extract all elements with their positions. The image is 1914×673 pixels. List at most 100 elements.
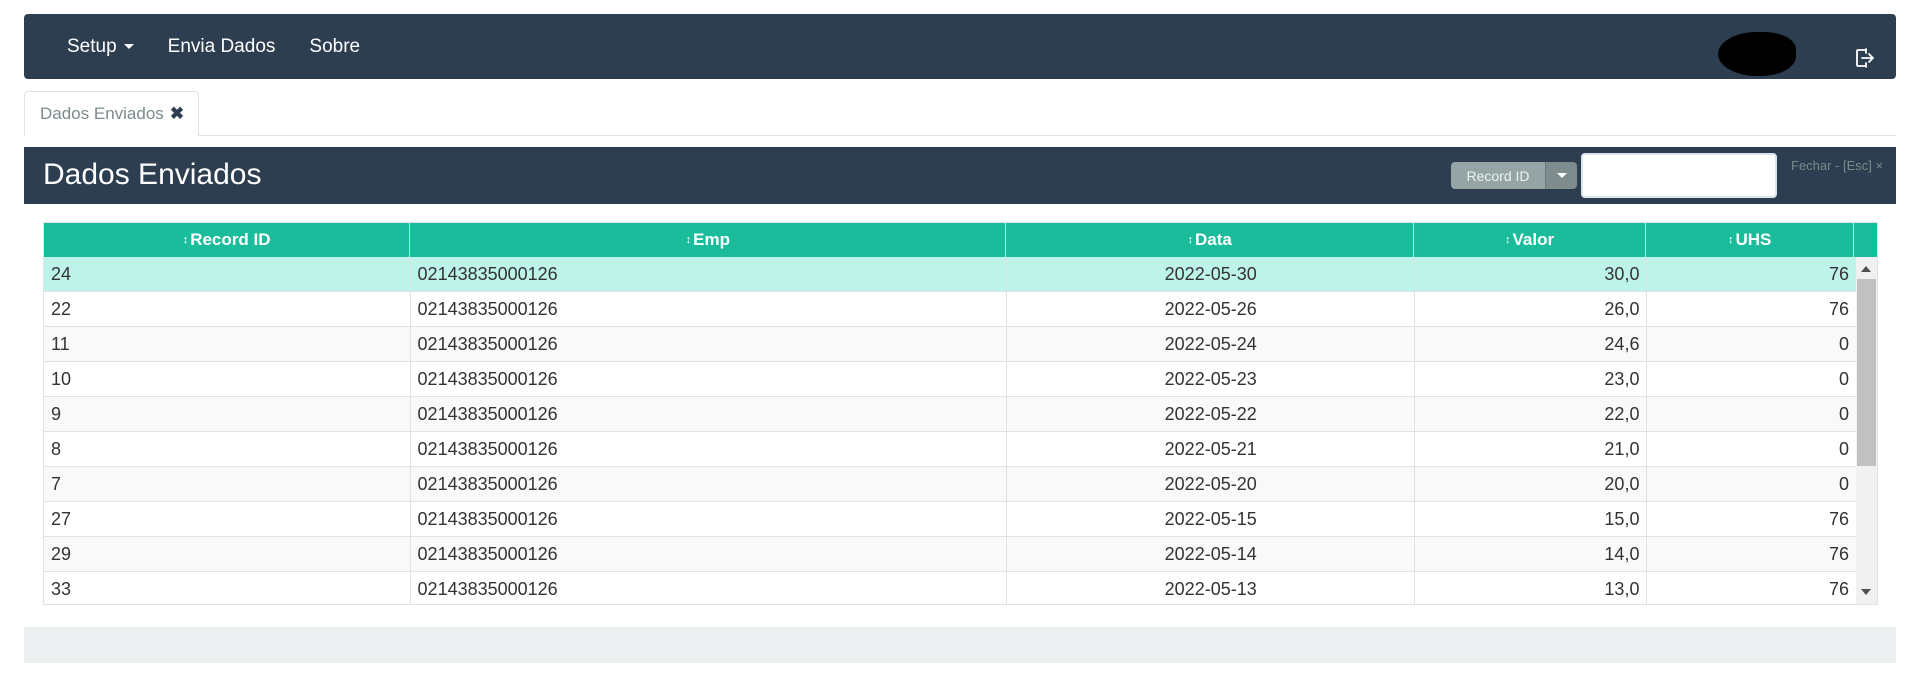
cell-data: 2022-05-20 (1007, 467, 1416, 501)
cell-uhs: 0 (1838, 368, 1849, 389)
column-header-label: Record ID (190, 230, 271, 249)
cell-data: 2022-05-21 (1007, 432, 1416, 466)
caret-down-icon (1556, 173, 1567, 178)
sort-icon: ↕ (1187, 234, 1194, 246)
panel-footer (24, 627, 1896, 663)
nav-setup-menu[interactable]: Setup (55, 14, 146, 79)
redacted-user-avatar (1718, 32, 1796, 76)
cell-emp: 02143835000126 (411, 257, 1008, 291)
nav-sobre-label: Sobre (309, 35, 361, 57)
search-field-dropdown[interactable] (1545, 162, 1577, 189)
sort-icon: ↕ (1504, 234, 1511, 246)
cell-emp: 02143835000126 (411, 467, 1008, 501)
table-row[interactable]: 22 02143835000126 2022-05-26 26,0 76 (44, 292, 1856, 327)
cell-uhs: 0 (1838, 333, 1849, 354)
tab-dados-enviados[interactable]: Dados Enviados ✖ (24, 91, 199, 137)
cell-emp: 02143835000126 (411, 502, 1008, 536)
cell-record-id: 9 (44, 397, 411, 431)
sign-out-icon[interactable] (1852, 46, 1876, 70)
cell-data: 2022-05-23 (1007, 362, 1416, 396)
column-header-valor[interactable]: ↕ Valor (1414, 223, 1647, 257)
cell-valor: 13,0 (1415, 572, 1648, 604)
column-header-record-id[interactable]: ↕ Record ID (44, 223, 411, 257)
cell-uhs: 76 (1828, 508, 1849, 529)
cell-uhs: 76 (1828, 543, 1849, 564)
cell-uhs: 0 (1838, 403, 1849, 424)
column-header-uhs[interactable]: ↕ UHS (1646, 223, 1855, 257)
nav-envia-dados[interactable]: Envia Dados (156, 14, 288, 79)
table-row[interactable]: 11 02143835000126 2022-05-24 24,6 0 (44, 327, 1856, 362)
column-header-label: UHS (1735, 230, 1772, 249)
cell-emp: 02143835000126 (411, 572, 1008, 604)
cell-record-id: 11 (44, 327, 411, 361)
table-row[interactable]: 9 02143835000126 2022-05-22 22,0 0 (44, 397, 1856, 432)
table-row[interactable]: 27 02143835000126 2022-05-15 15,0 76 (44, 502, 1856, 537)
scroll-down-arrow-icon[interactable] (1861, 589, 1871, 595)
tab-strip: Dados Enviados ✖ (24, 91, 1896, 137)
cell-data: 2022-05-26 (1007, 292, 1416, 326)
column-header-label: Emp (693, 230, 730, 249)
sort-icon: ↕ (1727, 234, 1734, 246)
tab-label: Dados Enviados (40, 104, 164, 123)
cell-record-id: 7 (44, 467, 411, 501)
column-header-label: Valor (1512, 230, 1555, 249)
cell-uhs: 0 (1838, 473, 1849, 494)
column-header-label: Data (1195, 230, 1232, 249)
search-input[interactable] (1581, 153, 1777, 198)
table-header-row: ↕ Record ID ↕ Emp ↕ Data ↕ Valor ↕ UHS (44, 223, 1877, 257)
search-field-select[interactable]: Record ID (1451, 162, 1577, 189)
cell-valor: 23,0 (1415, 362, 1648, 396)
close-x-icon[interactable]: ✖ (170, 104, 184, 124)
nav-envia-dados-label: Envia Dados (167, 35, 276, 57)
cell-data: 2022-05-14 (1007, 537, 1416, 571)
cell-emp: 02143835000126 (411, 537, 1008, 571)
scrollbar-thumb[interactable] (1857, 279, 1876, 466)
cell-valor: 15,0 (1415, 502, 1648, 536)
close-panel-link[interactable]: Fechar - [Esc] × (1791, 158, 1883, 173)
sort-icon: ↕ (182, 234, 189, 246)
cell-uhs: 0 (1838, 438, 1849, 459)
panel-header: Dados Enviados Record ID Fechar - [Esc] … (24, 147, 1896, 204)
sort-icon: ↕ (685, 234, 692, 246)
cell-record-id: 10 (44, 362, 411, 396)
top-navbar: Setup Envia Dados Sobre (24, 14, 1896, 79)
cell-emp: 02143835000126 (411, 432, 1008, 466)
cell-record-id: 29 (44, 537, 411, 571)
nav-sobre[interactable]: Sobre (297, 14, 372, 79)
cell-record-id: 33 (44, 572, 411, 604)
column-header-data[interactable]: ↕ Data (1006, 223, 1415, 257)
column-header-emp[interactable]: ↕ Emp (410, 223, 1007, 257)
cell-emp: 02143835000126 (411, 362, 1008, 396)
cell-valor: 26,0 (1415, 292, 1648, 326)
cell-emp: 02143835000126 (411, 327, 1008, 361)
panel-title: Dados Enviados (43, 158, 262, 191)
table-row[interactable]: 7 02143835000126 2022-05-20 20,0 0 (44, 467, 1856, 502)
table-body: 24 02143835000126 2022-05-30 30,0 76 22 021438… (44, 257, 1856, 604)
table-scrollbar[interactable] (1856, 257, 1877, 604)
table-row[interactable]: 24 02143835000126 2022-05-30 30,0 76 (44, 257, 1856, 292)
cell-valor: 24,6 (1415, 327, 1648, 361)
table-row[interactable]: 8 02143835000126 2022-05-21 21,0 0 (44, 432, 1856, 467)
scroll-up-arrow-icon[interactable] (1861, 266, 1871, 272)
cell-valor: 22,0 (1415, 397, 1648, 431)
cell-record-id: 22 (44, 292, 411, 326)
data-grid: ↕ Record ID ↕ Emp ↕ Data ↕ Valor ↕ UHS 24 0214… (43, 222, 1878, 605)
cell-data: 2022-05-30 (1007, 257, 1416, 291)
cell-uhs: 76 (1828, 263, 1849, 284)
table-row[interactable]: 29 02143835000126 2022-05-14 14,0 76 (44, 537, 1856, 572)
cell-data: 2022-05-22 (1007, 397, 1416, 431)
search-field-label: Record ID (1451, 162, 1545, 189)
header-scroll-gutter (1854, 223, 1877, 257)
cell-data: 2022-05-24 (1007, 327, 1416, 361)
cell-uhs: 76 (1828, 578, 1849, 599)
cell-uhs: 76 (1828, 298, 1849, 319)
cell-emp: 02143835000126 (411, 397, 1008, 431)
cell-valor: 30,0 (1415, 257, 1648, 291)
table-row[interactable]: 33 02143835000126 2022-05-13 13,0 76 (44, 572, 1856, 604)
table-row[interactable]: 10 02143835000126 2022-05-23 23,0 0 (44, 362, 1856, 397)
cell-valor: 21,0 (1415, 432, 1648, 466)
cell-valor: 14,0 (1415, 537, 1648, 571)
cell-record-id: 24 (44, 257, 411, 291)
chevron-down-icon (123, 44, 134, 49)
cell-record-id: 8 (44, 432, 411, 466)
